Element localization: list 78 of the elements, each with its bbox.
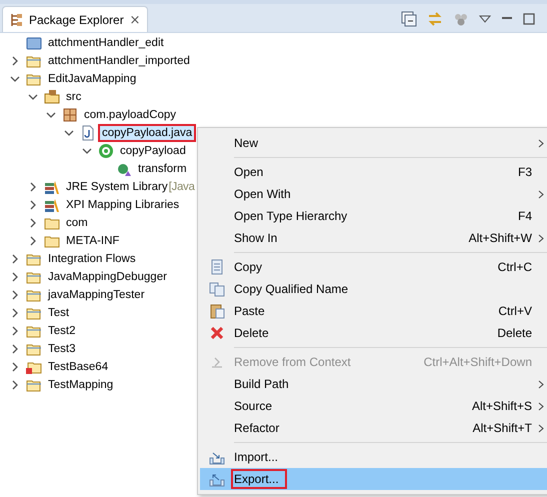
menu-item-label: Refactor [233,420,280,437]
class-icon [98,143,114,159]
tree-item[interactable]: Integration Flows [44,250,140,268]
tree-item[interactable]: Test2 [44,322,80,340]
menu-item[interactable]: Copy Ctrl+C [200,256,547,278]
menu-item[interactable]: Open With [200,183,547,205]
tree-item[interactable]: copyPayload.java [98,124,196,142]
shortcut-label: Delete [497,326,532,340]
package-tree-icon [9,12,23,26]
shortcut-label: F3 [518,165,532,179]
tree-item[interactable]: attchmentHandler_imported [44,52,194,70]
library-icon [44,197,60,213]
tree-item[interactable]: copyPayload [116,142,190,160]
tree-item[interactable]: com.payloadCopy [80,106,180,124]
menu-item[interactable]: Export... [200,468,547,490]
menu-item[interactable]: Open F3 [200,161,547,183]
tree-item[interactable]: transform [134,160,191,178]
menu-item-label: Export... [231,469,287,489]
view-menu-icon[interactable] [479,14,491,24]
package-icon [62,107,78,123]
copy-icon [209,281,225,297]
shortcut-label: Alt+Shift+W [468,231,532,245]
menu-item-label: Show In [233,230,278,247]
maximize-icon[interactable] [523,13,535,25]
menu-item-label: Copy [233,259,264,276]
chevron-right-icon[interactable] [10,56,20,66]
menu-item-label: Source [233,398,274,415]
java-file-icon [80,125,96,141]
tree-item[interactable]: TestMapping [44,376,118,394]
menu-item[interactable]: Source Alt+Shift+S [200,395,547,417]
menu-item[interactable]: Open Type Hierarchy F4 [200,205,547,227]
tree-item[interactable]: TestBase64 [44,358,112,376]
tree-item[interactable]: Test3 [44,340,80,358]
library-version: [Java [168,181,195,193]
menu-item[interactable]: Refactor Alt+Shift+T [200,417,547,439]
shortcut-label: Ctrl+V [498,304,532,318]
menu-item[interactable]: Show In Alt+Shift+W [200,227,547,249]
menu-item[interactable]: New [200,132,547,154]
close-button[interactable]: ⨯ [130,13,141,26]
menu-item[interactable]: Import... [200,446,547,468]
source-folder-icon [44,89,60,105]
menu-item-label: New [233,135,260,152]
tree-item[interactable]: EditJavaMapping [44,70,140,88]
tree-item[interactable]: Test [44,304,74,322]
menu-item[interactable]: Delete Delete [200,322,547,344]
menu-item-label: Open [233,164,264,181]
menu-item-label: Build Path [233,376,290,393]
library-icon [44,179,60,195]
tree-item[interactable]: src [62,88,86,106]
view-title: Package Explorer [29,12,124,26]
copy-icon [209,259,225,275]
collapse-all-icon[interactable] [401,11,417,27]
tree-item[interactable]: javaMappingTester [44,286,149,304]
project-icon [26,35,42,51]
delete-icon [209,325,225,341]
shortcut-label: Alt+Shift+S [472,399,532,413]
tree-item[interactable]: XPI Mapping Libraries [62,196,184,214]
menu-item-label: Delete [233,325,270,342]
shortcut-label: Ctrl+C [498,260,532,274]
shortcut-label: Alt+Shift+T [472,421,532,435]
shortcut-label: F4 [518,209,532,223]
menu-item-label: Paste [233,303,266,320]
shortcut-label: Ctrl+Alt+Shift+Down [424,355,532,369]
paste-icon [209,303,225,319]
menu-item-label: Open With [233,186,292,203]
menu-item-label: Import... [233,449,280,466]
tree-item[interactable]: JavaMappingDebugger [44,268,171,286]
method-icon [116,161,132,177]
menu-item[interactable]: Paste Ctrl+V [200,300,547,322]
view-tab[interactable]: Package Explorer ⨯ [2,6,148,32]
menu-item-label: Remove from Context [233,354,352,371]
menu-item-label: Open Type Hierarchy [233,208,348,225]
tree-item[interactable]: META-INF [62,232,124,250]
menu-item[interactable]: Build Path [200,373,547,395]
menu-item-label: Copy Qualified Name [233,281,350,298]
menu-item[interactable]: Copy Qualified Name [200,278,547,300]
tree-item[interactable]: attchmentHandler_edit [44,34,168,52]
tree-item[interactable]: com [62,214,92,232]
